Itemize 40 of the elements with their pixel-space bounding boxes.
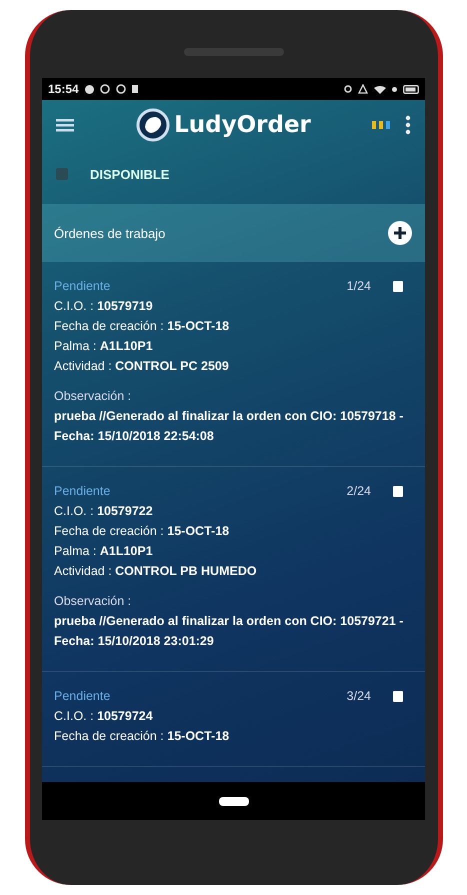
order-status: Pendiente <box>54 278 112 295</box>
order-field: Fecha de creación : 15-OCT-18 <box>54 316 413 336</box>
observation-label: Observación : <box>54 388 132 405</box>
order-status: Pendiente <box>54 483 112 500</box>
wifi-icon <box>374 84 386 94</box>
app-title: LudyOrder <box>174 112 311 138</box>
observation-text: prueba //Generado al finalizar la orden con CIO: 10579721 - Fecha: 15/10/2018 23:01:29 <box>54 613 404 650</box>
observation-label: Observación : <box>54 593 132 610</box>
order-count: 3/24 <box>346 688 371 705</box>
order-card[interactable]: Pendiente 3/24 C.I.O. : 10579724 Fecha de creación : 15-OCT-18 <box>42 672 425 767</box>
order-field: C.I.O. : 10579719 <box>54 296 413 316</box>
order-field: Palma : A1L10P1 <box>54 541 413 561</box>
order-count: 1/24 <box>346 278 371 295</box>
order-status: Pendiente <box>54 688 112 705</box>
add-icon[interactable] <box>387 220 413 246</box>
order-field: Actividad : CONTROL PB HUMEDO <box>54 561 413 581</box>
order-field: C.I.O. : 10579722 <box>54 501 413 521</box>
availability-checkbox[interactable] <box>56 168 68 180</box>
notification-icon <box>84 84 94 94</box>
status-time: 15:54 <box>48 82 79 96</box>
more-options-icon[interactable] <box>405 115 411 135</box>
order-checkbox[interactable] <box>393 280 403 292</box>
availability-label: DISPONIBLE <box>90 166 170 182</box>
observation-text: prueba //Generado al finalizar la orden con CIO: 10579718 - Fecha: 15/10/2018 22:54:08 <box>54 408 404 445</box>
notification-icon <box>100 84 110 94</box>
section-title: Órdenes de trabajo <box>54 226 166 240</box>
order-count: 2/24 <box>346 483 371 500</box>
order-checkbox[interactable] <box>393 690 403 702</box>
order-field: Fecha de creación : 15-OCT-18 <box>54 726 413 746</box>
battery-icon <box>403 84 419 94</box>
order-field: C.I.O. : 10579724 <box>54 706 413 726</box>
order-field: Actividad : CONTROL PC 2509 <box>54 356 413 376</box>
sim-card-icon <box>132 85 138 93</box>
home-button[interactable] <box>218 796 248 806</box>
logo-icon <box>136 108 170 142</box>
notification-icon <box>116 84 126 94</box>
order-checkbox[interactable] <box>393 486 403 496</box>
order-field: Fecha de creación : 15-OCT-18 <box>54 521 413 541</box>
order-field: Palma : A1L10P1 <box>54 336 413 356</box>
menu-icon[interactable] <box>56 117 76 133</box>
